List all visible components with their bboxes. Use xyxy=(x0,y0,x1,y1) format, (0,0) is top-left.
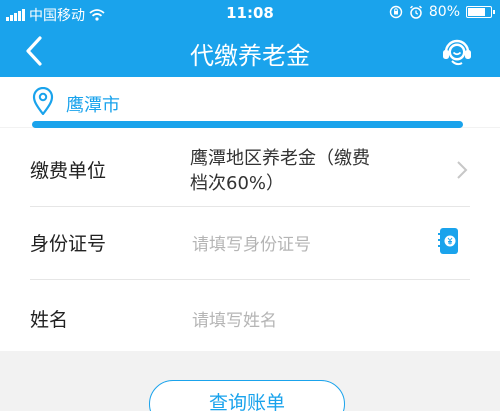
id-number-label: 身份证号 xyxy=(30,233,107,255)
location-underline xyxy=(32,121,463,128)
battery-icon xyxy=(466,6,495,18)
unit-value-line2: 档次60%） xyxy=(190,173,285,194)
unit-row[interactable]: 缴费单位 鹰潭地区养老金（缴费 档次60%） xyxy=(0,128,500,206)
chevron-right-icon xyxy=(457,161,468,179)
location-pin-icon xyxy=(32,87,54,115)
name-input[interactable]: 请填写姓名 xyxy=(192,306,277,331)
payment-form: 缴费单位 鹰潭地区养老金（缴费 档次60%） 身份证号 请填写身份证号 姓名 请… xyxy=(0,128,500,351)
battery-percent: 80% xyxy=(428,4,460,20)
location-city[interactable]: 鹰潭市 xyxy=(66,91,120,117)
page-title: 代缴养老金 xyxy=(190,42,310,70)
rotation-lock-icon xyxy=(389,5,403,19)
name-row: 姓名 请填写姓名 xyxy=(0,280,500,351)
status-bar: 中国移动 11:08 80% xyxy=(0,0,500,26)
nav-bar: 代缴养老金 xyxy=(0,26,500,77)
alarm-icon xyxy=(409,5,422,19)
battery-fill xyxy=(468,8,485,16)
customer-service-icon[interactable] xyxy=(440,35,474,69)
query-bill-button[interactable]: 查询账单 xyxy=(149,380,345,411)
unit-value: 鹰潭地区养老金（缴费 档次60%） xyxy=(190,146,370,196)
location-section: 鹰潭市 xyxy=(0,77,500,127)
id-number-row: 身份证号 请填写身份证号 xyxy=(0,207,500,279)
name-label: 姓名 xyxy=(30,309,69,331)
unit-value-line1: 鹰潭地区养老金（缴费 xyxy=(190,148,370,169)
unit-label: 缴费单位 xyxy=(30,160,107,182)
id-card-scan-icon[interactable] xyxy=(438,227,460,255)
status-right: 80% xyxy=(389,4,495,20)
id-number-input[interactable]: 请填写身份证号 xyxy=(192,230,311,255)
